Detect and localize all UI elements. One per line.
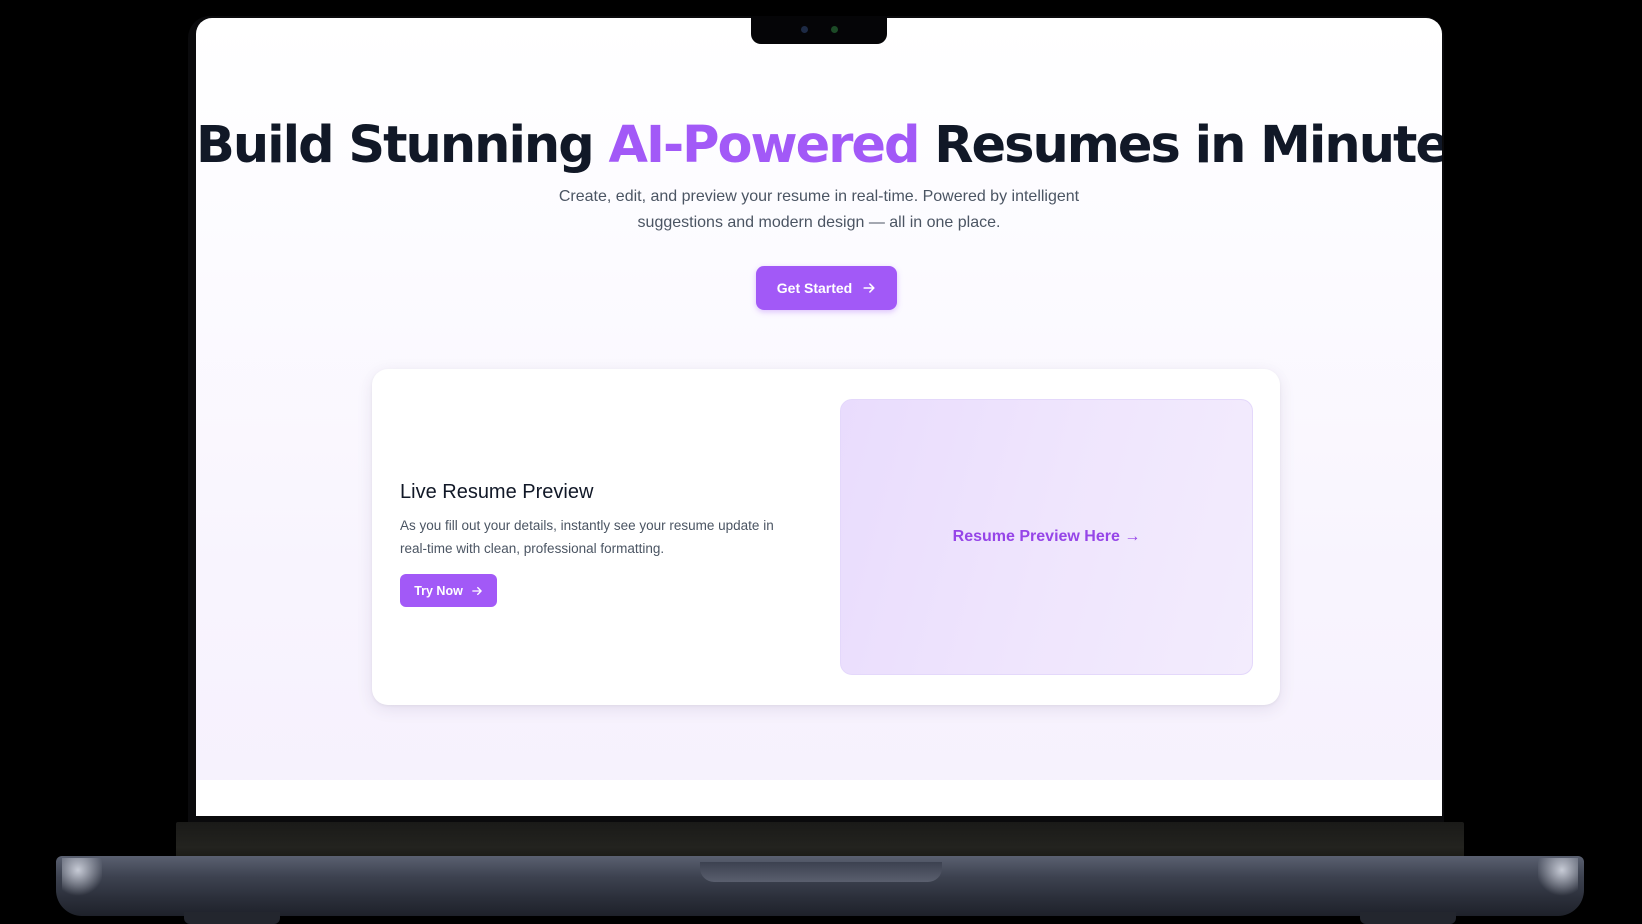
try-now-button[interactable]: Try Now bbox=[400, 574, 497, 607]
laptop-base-highlight-right bbox=[1538, 858, 1578, 898]
arrow-right-icon bbox=[472, 586, 482, 595]
hero-title-start: Build Stunning bbox=[196, 116, 609, 175]
feature-card-description-line-1: As you fill out your details, instantly … bbox=[400, 518, 774, 533]
get-started-label: Get Started bbox=[776, 280, 853, 296]
hero-title: Build Stunning AI-Powered Resumes in Min… bbox=[196, 112, 1442, 180]
feature-card-description-line-2: real-time with clean, professional forma… bbox=[400, 541, 665, 556]
feature-card: Live Resume Preview As you fill out your… bbox=[372, 369, 1280, 705]
hero-title-accent: AI-Powered bbox=[608, 116, 921, 175]
page-footer-strip bbox=[196, 780, 1442, 816]
resume-preview-placeholder: Resume Preview Here → bbox=[952, 528, 1141, 545]
laptop-foot-left bbox=[184, 912, 280, 924]
try-now-label: Try Now bbox=[414, 583, 463, 598]
hero-subtitle-line-1: Create, edit, and preview your resume in… bbox=[558, 188, 1080, 205]
resume-preview-panel[interactable]: Resume Preview Here → bbox=[840, 399, 1253, 675]
laptop-foot-right bbox=[1360, 912, 1456, 924]
laptop-base-highlight-left bbox=[62, 858, 102, 898]
camera-notch bbox=[751, 16, 887, 44]
feature-card-description: As you fill out your details, instantly … bbox=[400, 514, 810, 560]
get-started-button[interactable]: Get Started bbox=[756, 266, 897, 310]
hero-title-end: Resumes in Minutes bbox=[918, 116, 1442, 175]
camera-icon bbox=[801, 26, 808, 33]
arrow-right-icon bbox=[863, 283, 875, 293]
camera-indicator-icon bbox=[831, 26, 838, 33]
laptop-opening-notch bbox=[700, 862, 942, 882]
laptop-screen: Build Stunning AI-Powered Resumes in Min… bbox=[196, 18, 1442, 816]
feature-card-title: Live Resume Preview bbox=[400, 481, 594, 503]
hero-subtitle-line-2: suggestions and modern design — all in o… bbox=[637, 214, 1001, 231]
hero-subtitle: Create, edit, and preview your resume in… bbox=[519, 184, 1119, 236]
